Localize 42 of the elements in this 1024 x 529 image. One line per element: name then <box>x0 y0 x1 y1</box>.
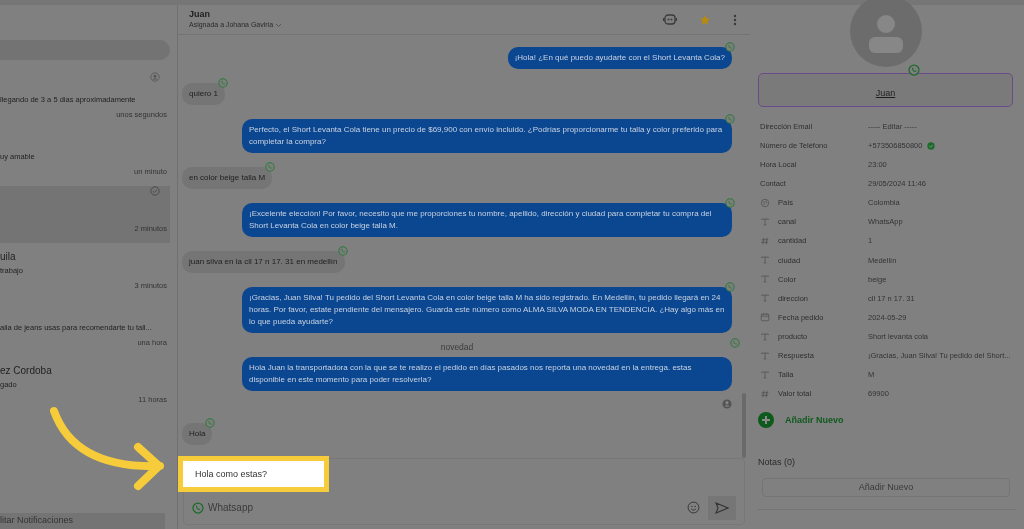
whatsapp-icon <box>265 162 276 172</box>
emoji-icon[interactable] <box>687 501 700 514</box>
message-bubble: Hola Juan la transportadora con la que se te realizo el pedido en días pasados nos reporta una novedad en la entrega. estas disponible en este momento para poder resolverla? <box>242 356 732 391</box>
whatsapp-icon <box>205 417 216 428</box>
robot-icon[interactable] <box>663 14 677 25</box>
contact-name: uila <box>0 250 16 264</box>
whatsapp-icon <box>725 42 735 52</box>
whatsapp-icon <box>725 114 735 124</box>
user-circle-icon <box>722 398 732 409</box>
send-icon <box>715 501 729 514</box>
contact-name: ez Cordoba <box>0 364 52 378</box>
name-card[interactable]: Juan <box>758 73 1013 107</box>
user-silhouette-icon <box>868 13 904 53</box>
message-bubble: quiero 1 <box>182 83 225 105</box>
notes-title: Notas (0) <box>758 456 796 470</box>
message-bubble: Perfecto, el Short Levanta Cola tiene un precio de $69,900 con envío incluido. ¿Podrías proporcionarme tu talla y color preferido para completar la compra? <box>242 119 732 153</box>
add-field-button[interactable]: Añadir Nuevo <box>785 413 844 428</box>
whatsapp-icon[interactable] <box>192 501 204 514</box>
whatsapp-icon <box>730 338 740 348</box>
add-note-button[interactable]: Añadir Nuevo <box>762 477 1010 497</box>
message-bubble: ¡Excelente elección! Por favor, necesito que me proporciones tu nombre, apellido, dirección y ciudad para completar tu compra del Short Levanta Cola en color beige talla M. <box>242 203 732 237</box>
star-icon[interactable] <box>699 13 711 26</box>
template-title: novedad <box>440 341 474 354</box>
whatsapp-icon <box>908 64 920 76</box>
chevron-down-icon[interactable] <box>275 22 283 28</box>
whatsapp-icon <box>725 198 735 208</box>
contact-name: Juan <box>875 86 896 100</box>
whatsapp-icon <box>337 246 348 256</box>
message-bubble: en color beige talla M <box>182 167 273 189</box>
add-icon[interactable] <box>758 412 774 429</box>
notifications-button[interactable]: litar Notificaciones <box>0 513 165 529</box>
message-bubble: juan silva en la cll 17 n 17. 31 en medellín <box>182 251 345 273</box>
message-input[interactable]: Hola como estas? <box>178 456 329 492</box>
message-bubble: ¡Hola! ¿En qué puedo ayudarte con el Short Levanta Cola? <box>507 47 732 69</box>
contact-name: Juan <box>189 9 211 20</box>
channel-label: Whatsapp <box>208 501 255 515</box>
whatsapp-icon <box>217 78 228 88</box>
more-options-icon[interactable] <box>733 13 737 26</box>
whatsapp-icon <box>725 282 735 292</box>
send-button[interactable] <box>708 495 736 520</box>
message-bubble: Hola <box>182 422 213 445</box>
message-bubble: ¡Gracias, Juan Silva! Tu pedido del Short Levanta Cola en color beige talla M ha sido registrado. En Medellín, tu pedido llegará en 24 horas. Por favor, estate pendiente del mensajero. Guarda este número como ALMA SILVA MODA EN TENDENCIA. ¿Hay algo más en lo que pueda ayudarte? <box>242 287 732 333</box>
